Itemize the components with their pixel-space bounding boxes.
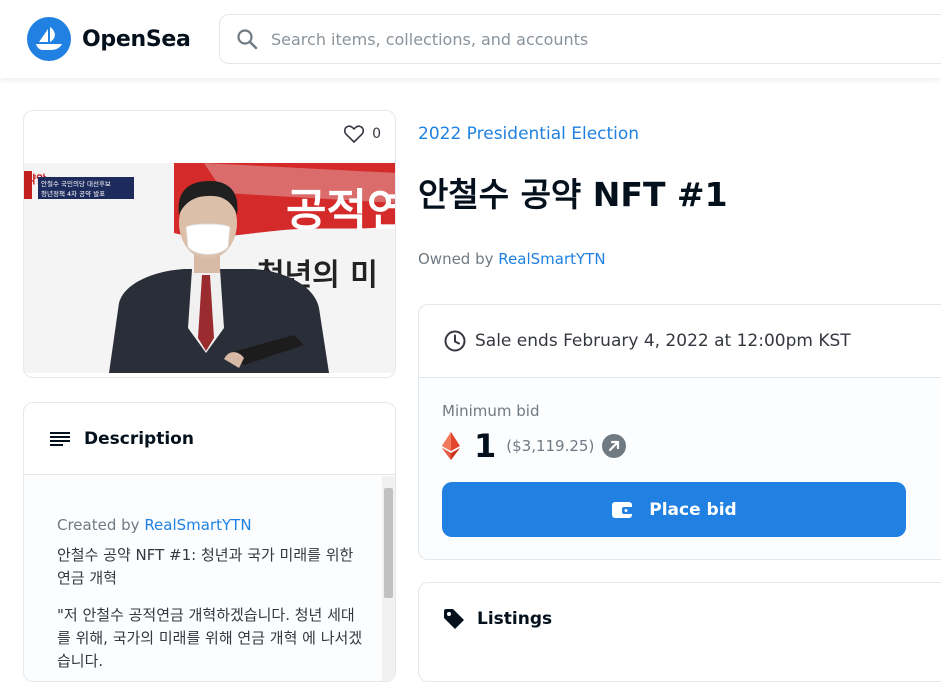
heart-icon (344, 125, 365, 143)
listings-panel: Listings (418, 582, 941, 682)
favorite-count: 0 (372, 126, 381, 142)
description-header[interactable]: Description (24, 403, 395, 475)
favorite-button[interactable]: 0 (344, 125, 381, 143)
clock-icon (444, 330, 466, 352)
search-input[interactable] (271, 29, 871, 49)
scrollbar-thumb[interactable] (384, 488, 393, 598)
tag-icon (444, 609, 464, 629)
list-icon (50, 431, 70, 446)
minimum-bid-label: Minimum bid (442, 402, 540, 420)
top-nav: OpenSea (0, 0, 941, 78)
description-line-1: 안철수 공약 NFT #1: 청년과 국가 미래를 위한 연금 개혁 (57, 546, 354, 587)
price-value: 1 (474, 427, 497, 465)
sale-panel: Sale ends February 4, 2022 at 12:00pm KS… (418, 304, 941, 560)
owned-by-label: Owned by (418, 250, 499, 268)
description-scrollbar[interactable] (382, 476, 395, 681)
listings-heading: Listings (477, 609, 553, 629)
opensea-logo-icon (27, 17, 71, 61)
bid-section: Minimum bid 1 ($3,119.25) Place bid (419, 378, 941, 559)
description-line-2: "저 안철수 공적연금 개혁하겠습니다. 청년 세대를 위해, 국가의 미래를 … (57, 606, 363, 670)
owned-by: Owned by RealSmartYTN (418, 250, 606, 268)
brand-name: OpenSea (82, 26, 191, 52)
place-bid-label: Place bid (649, 499, 737, 520)
created-by: Created by RealSmartYTN (57, 516, 364, 534)
banner-main-text: 공적연 (286, 185, 396, 236)
sale-ends-text: Sale ends February 4, 2022 at 12:00pm KS… (475, 331, 851, 351)
nft-image[interactable]: 공적연 청년의 미 약앞 안철수 국민의당 대선후보 청년정책 4차 공약 발표 (24, 163, 396, 373)
caption-bottom-text: 청년정책 4차 공약 발표 (41, 189, 105, 198)
creator-link[interactable]: RealSmartYTN (144, 516, 251, 534)
search-icon (237, 29, 258, 50)
search-bar[interactable] (219, 14, 941, 64)
price-row: 1 ($3,119.25) (442, 426, 941, 466)
description-body: Created by RealSmartYTN 안철수 공약 NFT #1: 청… (24, 476, 384, 681)
price-usd: ($3,119.25) (506, 437, 595, 455)
ethereum-icon (442, 432, 460, 460)
collection-link[interactable]: 2022 Presidential Election (418, 124, 639, 144)
nft-title: 안철수 공약 NFT #1 (418, 175, 728, 214)
media-card: 0 공적연 청년의 미 약앞 안철수 국민의당 대선후보 청년정책 4차 공약 … (23, 110, 396, 378)
sale-ends-row: Sale ends February 4, 2022 at 12:00pm KS… (419, 305, 941, 378)
arrow-up-right-icon[interactable] (602, 434, 627, 458)
brand-logo[interactable]: OpenSea (27, 17, 191, 61)
listings-header[interactable]: Listings (419, 583, 941, 655)
owner-link[interactable]: RealSmartYTN (498, 250, 605, 268)
description-heading: Description (84, 428, 194, 449)
wallet-icon (612, 501, 635, 518)
description-panel: Description Created by RealSmartYTN 안철수 … (23, 402, 396, 682)
created-by-label: Created by (57, 516, 145, 534)
place-bid-button[interactable]: Place bid (442, 482, 906, 537)
caption-top-text: 안철수 국민의당 대선후보 (41, 179, 111, 188)
